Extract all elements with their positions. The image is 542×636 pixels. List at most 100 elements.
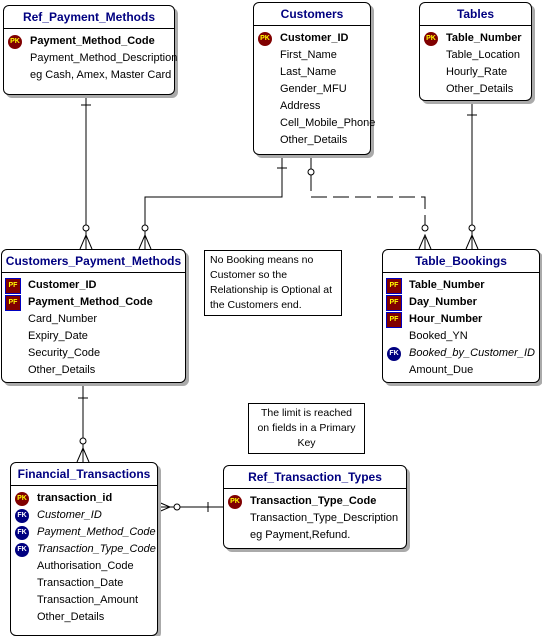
attribute-name: Hour_Number xyxy=(409,313,483,325)
attribute-name: Booked_by_Customer_ID xyxy=(409,347,535,359)
entity-table-bookings[interactable]: Table_Bookings PF Table_Number PF Day_Number… xyxy=(382,249,540,383)
attribute-name: eg Payment,Refund. xyxy=(250,529,351,541)
fk-key-icon: FK xyxy=(387,346,401,361)
attribute-row[interactable]: eg Cash, Amex, Master Card xyxy=(8,67,174,84)
attribute-row[interactable]: Table_Location xyxy=(424,47,531,64)
fk-key-icon: FK xyxy=(15,542,29,557)
attribute-row[interactable]: FK Payment_Method_Code xyxy=(15,524,157,541)
attribute-name: Other_Details xyxy=(446,83,514,95)
attribute-name: Last_Name xyxy=(280,66,337,78)
none-key-icon xyxy=(258,49,272,63)
attribute-row[interactable]: PF Day_Number xyxy=(386,294,539,311)
entity-title: Tables xyxy=(420,3,531,26)
attribute-row[interactable]: Other_Details xyxy=(258,132,370,149)
attribute-row[interactable]: FK Customer_ID xyxy=(15,507,157,524)
attribute-row[interactable]: FK Transaction_Type_Code xyxy=(15,541,157,558)
attribute-row[interactable]: PF Customer_ID xyxy=(5,277,185,294)
attribute-row[interactable]: PF Payment_Method_Code xyxy=(5,294,185,311)
attribute-name: Transaction_Amount xyxy=(37,594,139,606)
rel-payment-methods-to-cpm xyxy=(79,93,93,250)
attribute-name: Other_Details xyxy=(28,364,96,376)
attribute-name: Customer_ID xyxy=(280,32,349,44)
attribute-row[interactable]: PK Transaction_Type_Code xyxy=(228,493,406,510)
rel-types-to-transactions xyxy=(155,500,223,514)
none-key-icon xyxy=(228,529,242,543)
entity-title: Customers_Payment_Methods xyxy=(2,250,185,273)
attribute-row[interactable]: Transaction_Date xyxy=(15,575,157,592)
entity-title: Ref_Transaction_Types xyxy=(224,466,406,489)
entity-ref-transaction-types[interactable]: Ref_Transaction_Types PK Transaction_Type_… xyxy=(223,465,407,549)
rel-tables-to-bookings xyxy=(465,99,479,250)
entity-financial-transactions[interactable]: Financial_Transactions PK transaction_id FK… xyxy=(10,462,158,636)
attribute-name: Table_Number xyxy=(409,279,485,291)
entity-title: Financial_Transactions xyxy=(11,463,157,486)
pf-key-icon: PF xyxy=(386,311,402,328)
none-key-icon xyxy=(258,100,272,114)
attribute-name: Expiry_Date xyxy=(28,330,88,342)
note-primary-key-limit: The limit is reached on fields in a Prim… xyxy=(248,403,365,454)
attribute-name: Amount_Due xyxy=(409,364,474,376)
pf-key-icon: PF xyxy=(5,277,21,294)
none-key-icon xyxy=(15,560,29,574)
attribute-row[interactable]: PF Hour_Number xyxy=(386,311,539,328)
pk-key-icon: PK xyxy=(15,491,29,506)
attribute-name: Card_Number xyxy=(28,313,98,325)
none-key-icon xyxy=(8,69,22,83)
attribute-row[interactable]: PK transaction_id xyxy=(15,490,157,507)
attribute-row[interactable]: Card_Number xyxy=(6,311,185,328)
attribute-name: Transaction_Type_Description xyxy=(250,512,399,524)
attribute-row[interactable]: Other_Details xyxy=(424,81,531,98)
attribute-row[interactable]: Transaction_Type_Description xyxy=(228,510,406,527)
attribute-row[interactable]: Hourly_Rate xyxy=(424,64,531,81)
attribute-row[interactable]: PK Table_Number xyxy=(424,30,531,47)
attribute-name: Other_Details xyxy=(37,611,105,623)
attribute-name: Day_Number xyxy=(409,296,477,308)
attribute-name: eg Cash, Amex, Master Card xyxy=(30,69,172,81)
entity-customers-payment-methods[interactable]: Customers_Payment_Methods PF Customer_ID PF… xyxy=(1,249,186,383)
note-optional-relationship: No Booking means no Customer so the Rela… xyxy=(204,250,342,316)
entity-title: Ref_Payment_Methods xyxy=(4,6,174,29)
attribute-row[interactable]: Gender_MFU xyxy=(258,81,370,98)
none-key-icon xyxy=(387,364,401,378)
attribute-row[interactable]: Expiry_Date xyxy=(6,328,185,345)
none-key-icon xyxy=(6,313,20,327)
attribute-name: Customer_ID xyxy=(37,509,102,521)
attribute-row[interactable]: PK Customer_ID xyxy=(258,30,370,47)
attribute-name: Cell_Mobile_Phone xyxy=(280,117,376,129)
none-key-icon xyxy=(228,512,242,526)
attribute-row[interactable]: Authorisation_Code xyxy=(15,558,157,575)
none-key-icon xyxy=(15,577,29,591)
entity-customers[interactable]: Customers PK Customer_ID First_Name Last_Nam… xyxy=(253,2,375,155)
none-key-icon xyxy=(258,83,272,97)
entity-title: Table_Bookings xyxy=(383,250,539,273)
pf-key-icon: PF xyxy=(386,277,402,294)
attribute-row[interactable]: Booked_YN xyxy=(387,328,539,345)
none-key-icon xyxy=(258,134,272,148)
attribute-row[interactable]: Last_Name xyxy=(258,64,370,81)
attribute-row[interactable]: eg Payment,Refund. xyxy=(228,527,406,544)
attribute-name: transaction_id xyxy=(37,492,113,504)
attribute-row[interactable]: Other_Details xyxy=(6,362,185,379)
pf-key-icon: PF xyxy=(386,294,402,311)
attribute-row[interactable]: Security_Code xyxy=(6,345,185,362)
entity-ref-payment-methods[interactable]: Ref_Payment_Methods PK Payment_Method_Code… xyxy=(3,5,178,95)
attribute-name: Payment_Method_Code xyxy=(30,35,155,47)
none-key-icon xyxy=(258,66,272,80)
entity-tables[interactable]: Tables PK Table_Number Table_Location Hourly… xyxy=(419,2,532,101)
attribute-row[interactable]: Payment_Method_Description xyxy=(8,50,178,67)
attribute-row[interactable]: Cell_Mobile_Phone xyxy=(258,115,375,132)
none-key-icon xyxy=(6,364,20,378)
pk-key-icon: PK xyxy=(258,31,272,46)
attribute-row[interactable]: Other_Details xyxy=(15,609,157,626)
attribute-row[interactable]: Address xyxy=(258,98,370,115)
attribute-name: Transaction_Type_Code xyxy=(250,495,377,507)
attribute-row[interactable]: FK Booked_by_Customer_ID xyxy=(387,345,539,362)
pk-key-icon: PK xyxy=(8,34,22,49)
attribute-row[interactable]: PK Payment_Method_Code xyxy=(8,33,174,50)
attribute-row[interactable]: Transaction_Amount xyxy=(15,592,157,609)
attribute-row[interactable]: Amount_Due xyxy=(387,362,539,379)
attribute-row[interactable]: PF Table_Number xyxy=(386,277,539,294)
attribute-name: Security_Code xyxy=(28,347,101,359)
attribute-name: Payment_Method_Description xyxy=(30,52,178,64)
attribute-row[interactable]: First_Name xyxy=(258,47,370,64)
